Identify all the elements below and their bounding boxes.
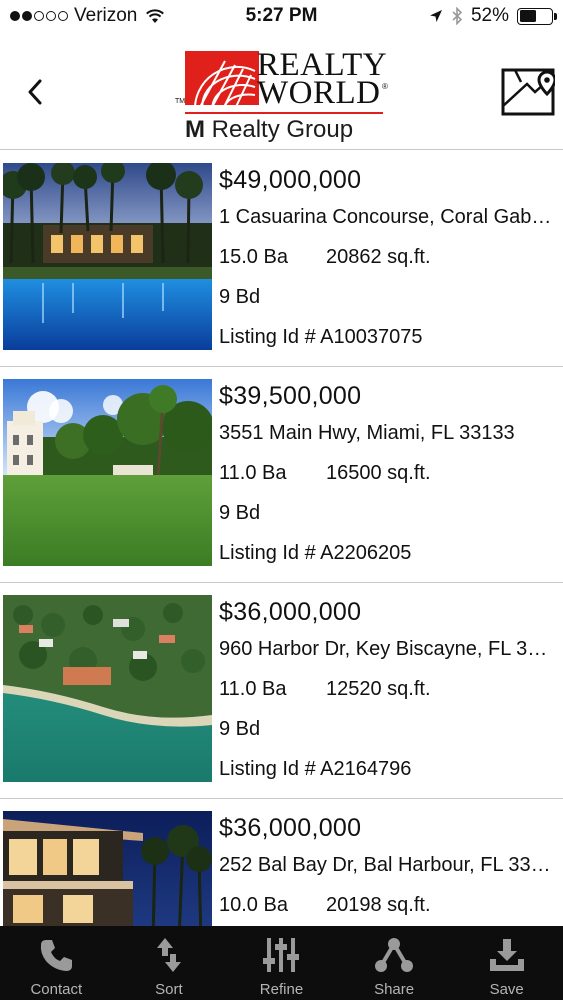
sliders-icon [263,938,300,972]
logo-word-world: WORLD [257,75,381,111]
listing-price: $36,000,000 [219,814,362,842]
listing-baths: 15.0 Ba [219,246,288,268]
listing-photo[interactable] [3,379,212,566]
tab-label: Refine [259,981,304,998]
map-pin-icon [501,68,557,116]
listing-baths: 10.0 Ba [219,894,288,916]
listing-address: 252 Bal Bay Dr, Bal Harbour, FL 33154 [219,854,554,876]
listing-size: 11.0 Ba 16500 sq.ft. [219,453,554,493]
bottom-tab-bar: Contact Sort Refine Share Save [0,926,563,1000]
tab-share[interactable]: Share [338,926,451,1000]
listing-price: $39,500,000 [219,382,362,410]
listing-id: Listing Id # A2164796 [219,758,412,780]
listing-id: Listing Id # A2206205 [219,542,412,564]
realty-world-logo: TM REALTY WORLD ® M Realty Group [175,47,388,144]
listing-beds: 9 Bd [219,502,261,524]
download-icon [489,939,524,971]
listing-price: $49,000,000 [219,166,362,194]
back-button[interactable] [20,72,50,112]
listing-baths: 11.0 Ba [219,678,287,700]
listing-photo[interactable] [3,811,212,926]
listing-results[interactable]: $49,000,000 1 Casuarina Concourse, Coral… [0,151,563,926]
listing-id: Listing Id # A10037075 [219,326,423,348]
tab-contact[interactable]: Contact [0,926,113,1000]
phone-icon [41,940,73,971]
sort-arrows-icon [156,938,181,972]
listing-address: 1 Casuarina Concourse, Coral Gables, FL [219,206,554,228]
chevron-left-icon [28,79,42,105]
tab-label: Contact [30,981,83,998]
listing-item[interactable]: $49,000,000 1 Casuarina Concourse, Coral… [0,151,563,367]
listing-photo[interactable] [3,595,212,782]
listing-address: 960 Harbor Dr, Key Biscayne, FL 33149 [219,638,554,660]
listing-price: $36,000,000 [219,598,362,626]
listing-sqft: 20198 sq.ft. [326,894,431,916]
listing-info: $39,500,000 3551 Main Hwy, Miami, FL 331… [219,379,554,573]
listing-photo[interactable] [3,163,212,350]
tab-label: Sort [155,981,183,998]
listing-info: $36,000,000 252 Bal Bay Dr, Bal Harbour,… [219,811,554,926]
location-arrow-icon [429,10,442,22]
bluetooth-icon [452,7,463,25]
listing-address: 3551 Main Hwy, Miami, FL 33133 [219,422,515,444]
tab-save[interactable]: Save [450,926,563,1000]
tab-label: Share [374,981,415,998]
app-header: TM REALTY WORLD ® M Realty Group [0,32,563,150]
share-nodes-icon [375,938,414,972]
status-right: 52% [429,5,557,27]
listing-beds: 9 Bd [219,286,261,308]
logo-subtitle: M Realty Group [185,116,354,143]
listing-size: 10.0 Ba 20198 sq.ft. [219,885,554,925]
listing-info: $49,000,000 1 Casuarina Concourse, Coral… [219,163,554,357]
listing-sqft: 12520 sq.ft. [326,678,431,700]
battery-percent: 52% [470,5,509,26]
listing-info: $36,000,000 960 Harbor Dr, Key Biscayne,… [219,595,554,789]
status-bar: Verizon 5:27 PM 52% [0,0,563,32]
listing-size: 15.0 Ba 20862 sq.ft. [219,237,554,277]
listing-sqft: 16500 sq.ft. [326,462,431,484]
globe-logo-icon [185,51,259,105]
tab-refine[interactable]: Refine [225,926,338,1000]
listing-item[interactable]: $39,500,000 3551 Main Hwy, Miami, FL 331… [0,367,563,583]
tab-label: Save [489,981,524,998]
listing-beds: 9 Bd [219,718,261,740]
listing-item[interactable]: $36,000,000 960 Harbor Dr, Key Biscayne,… [0,583,563,799]
listing-baths: 11.0 Ba [219,462,287,484]
listing-item[interactable]: $36,000,000 252 Bal Bay Dr, Bal Harbour,… [0,799,563,926]
listing-size: 11.0 Ba 12520 sq.ft. [219,669,554,709]
listing-sqft: 20862 sq.ft. [326,246,431,268]
tab-sort[interactable]: Sort [113,926,226,1000]
map-view-button[interactable] [501,62,557,116]
battery-icon [517,7,557,25]
